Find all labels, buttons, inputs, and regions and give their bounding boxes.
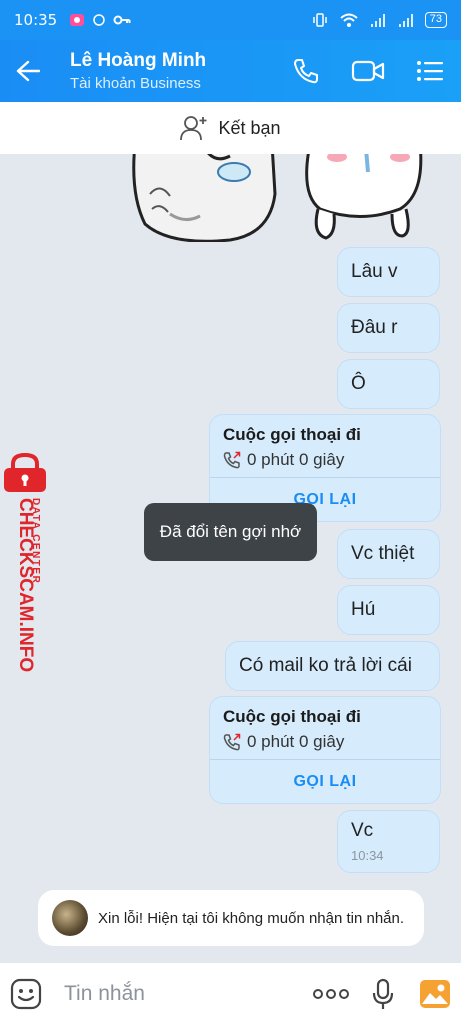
signal-2-icon [398,14,413,27]
messenger-notification-icon [93,14,105,26]
notification-icons [69,13,131,27]
add-friend-button[interactable]: Kết bạn [0,102,461,154]
contact-name: Lê Hoàng Minh [70,50,207,71]
auto-reply-text: Xin lỗi! Hiện tại tôi không muốn nhận ti… [98,909,405,927]
back-button[interactable] [0,40,56,102]
sticker-button[interactable] [0,963,52,1024]
message-bubble[interactable]: Lâu v [337,247,440,297]
voice-message-button[interactable] [357,963,409,1024]
message-text: Vc thiệt [351,543,415,564]
more-horizontal-icon [313,988,349,999]
message-text: Có mail ko trả lời cái [239,655,412,676]
microphone-icon [372,978,394,1009]
add-user-icon [180,116,207,141]
app-notification-icon [70,14,85,26]
lock-logo-icon: CHECKSCAM.INFO DATA CENTER [4,452,46,672]
avatar[interactable] [52,900,88,936]
more-options-button[interactable] [305,963,357,1024]
call-title: Cuộc gọi thoại đi [223,425,361,444]
voice-call-button[interactable] [275,40,337,102]
message-composer: Tin nhắn [0,962,461,1024]
add-friend-label: Kết bạn [218,117,281,138]
watermark-small-text: DATA CENTER [30,498,41,584]
contact-subtitle: Tài khoản Business [70,75,201,92]
video-call-button[interactable] [337,40,399,102]
call-log-card[interactable]: Cuộc gọi thoại đi 0 phút 0 giây GỌI LẠI [209,696,441,804]
status-time: 10:35 [14,11,58,29]
outgoing-call-icon [223,451,241,469]
call-info: Cuộc gọi thoại đi 0 phút 0 giây [210,415,440,478]
call-back-button[interactable]: GỌI LẠI [210,760,440,803]
call-duration-row: 0 phút 0 giây [223,732,427,752]
call-title: Cuộc gọi thoại đi [223,707,361,726]
call-info: Cuộc gọi thoại đi 0 phút 0 giây [210,697,440,760]
chat-header: Lê Hoàng Minh Tài khoản Business [0,40,461,102]
vibrate-icon [313,13,327,27]
phone-icon [294,59,318,84]
key-icon [113,15,131,25]
sticker-image [132,154,423,242]
message-bubble[interactable]: Có mail ko trả lời cái [225,641,440,691]
call-duration: 0 phút 0 giây [247,450,345,469]
message-text: Lâu v [351,261,398,282]
auto-reply-notice: Xin lỗi! Hiện tại tôi không muốn nhận ti… [38,890,424,946]
message-text: Hú [351,599,376,620]
wifi-icon [340,13,358,27]
message-text: Vc [351,820,374,841]
message-bubble[interactable]: Vc thiệt [337,529,440,579]
sticker-message[interactable] [130,154,428,242]
message-bubble[interactable]: Hú [337,585,440,635]
message-bubble[interactable]: Vc 10:34 [337,810,440,873]
message-bubble[interactable]: Đâu r [337,303,440,353]
message-input[interactable]: Tin nhắn [52,982,305,1006]
status-bar: 10:35 73 [0,0,461,40]
message-timestamp: 10:34 [351,848,384,863]
arrow-left-icon [16,60,40,82]
signal-icon [370,14,385,27]
watermark-logo: CHECKSCAM.INFO DATA CENTER [0,452,50,682]
message-bubble[interactable]: Ô [337,359,440,409]
outgoing-call-icon [223,733,241,751]
toast-notification: Đã đổi tên gợi nhớ [144,503,317,561]
photo-picker-button[interactable] [409,963,461,1024]
video-camera-icon [351,60,385,82]
contact-title[interactable]: Lê Hoàng Minh Tài khoản Business [56,50,275,92]
call-duration-row: 0 phút 0 giây [223,450,427,470]
message-text: Ô [351,373,366,394]
battery-indicator: 73 [424,12,447,28]
list-menu-icon [417,61,443,81]
image-gallery-icon [420,979,450,1008]
message-text: Đâu r [351,317,398,338]
call-duration: 0 phút 0 giây [247,732,345,751]
menu-button[interactable] [399,40,461,102]
emoji-sticker-icon [10,978,42,1009]
